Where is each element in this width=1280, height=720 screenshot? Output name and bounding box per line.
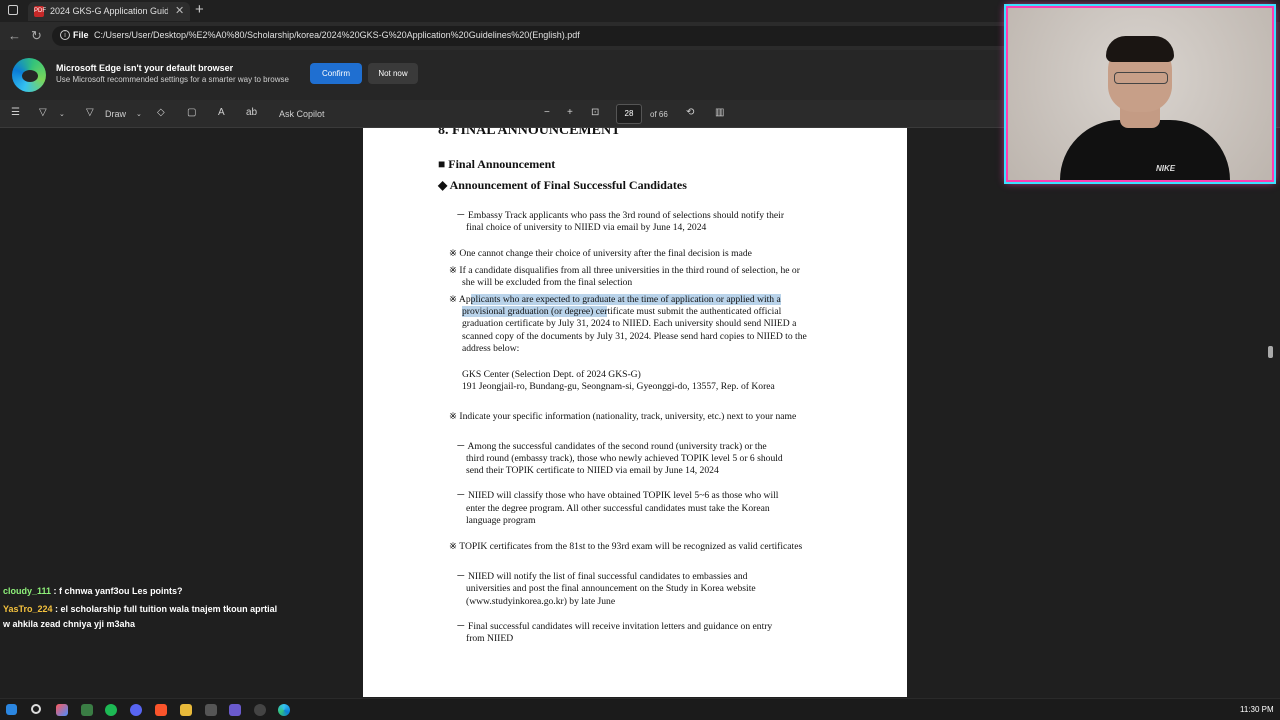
paragraph-line: send their TOPIK certificate to NIIED vi…: [466, 465, 719, 476]
draw-icon[interactable]: ▽: [86, 107, 94, 118]
translate-icon[interactable]: ab: [246, 107, 257, 118]
address-line: 191 Jeongjail-ro, Bundang-gu, Seongnam-s…: [462, 381, 775, 392]
rotate-icon[interactable]: ⟲: [686, 107, 694, 118]
chat-text: : el scholarship full tuition wala tnaje…: [52, 604, 278, 614]
note-prefix: ※ Ap: [449, 294, 471, 305]
close-icon[interactable]: ✕: [175, 4, 184, 17]
paragraph-line: from NIIED: [466, 633, 514, 644]
paragraph-line: third round (embassy track), those who n…: [466, 453, 783, 464]
selected-text[interactable]: plicants who are expected to graduate at…: [470, 294, 781, 305]
address-line: GKS Center (Selection Dept. of 2024 GKS-…: [462, 369, 641, 380]
banner-subtext: Use Microsoft recommended settings for a…: [56, 75, 289, 84]
heading-final-announcement: ■ Final Announcement: [438, 157, 556, 171]
chevron-down-icon[interactable]: ⌄: [59, 110, 65, 118]
pdf-page: 8. FINAL ANNOUNCEMENT ■ Final Announceme…: [363, 128, 907, 697]
clock: 11:30 PM: [1240, 705, 1274, 714]
paragraph-line: (www.studyinkorea.go.kr) by late June: [466, 596, 616, 607]
person-glasses: [1114, 72, 1168, 84]
confirm-button[interactable]: Confirm: [310, 63, 362, 84]
fit-page-icon[interactable]: ⊡: [591, 107, 599, 118]
windows-start-icon[interactable]: [6, 704, 17, 715]
stream-chat: cloudy_111 : f chnwa yanf3ou Les points?…: [3, 584, 303, 632]
note-line: graduation certificate by July 31, 2024 …: [462, 318, 797, 329]
contents-icon[interactable]: ☰: [11, 107, 20, 118]
note-line: scanned copy of the documents by July 31…: [462, 331, 807, 342]
note-line: ※ TOPIK certificates from the 81st to th…: [449, 541, 803, 552]
person-shirt: [1060, 120, 1230, 180]
file-explorer-icon[interactable]: [180, 704, 192, 716]
paragraph-line: － Final successful candidates will recei…: [456, 621, 773, 632]
eraser-icon[interactable]: ◇: [157, 107, 165, 118]
page-view-icon[interactable]: ▥: [715, 107, 724, 118]
note-line: ※ One cannot change their choice of univ…: [449, 248, 752, 259]
note-line: she will be excluded from the final sele…: [462, 277, 633, 288]
text-box-icon[interactable]: ▢: [187, 107, 196, 118]
edge-icon[interactable]: [278, 704, 290, 716]
person-hair: [1106, 36, 1174, 62]
brave-icon[interactable]: [155, 704, 167, 716]
note-text: tificate must submit the authenticated o…: [607, 306, 782, 317]
highlight-icon[interactable]: ▽: [39, 107, 47, 118]
read-aloud-icon[interactable]: A: [218, 107, 225, 118]
edge-logo-icon: [12, 58, 46, 92]
paragraph-line: enter the degree program. All other succ…: [466, 503, 770, 514]
note-line: ※ Indicate your specific information (na…: [449, 411, 797, 422]
chat-message: YasTro_224 : el scholarship full tuition…: [3, 602, 303, 617]
taskbar: 11:30 PM: [0, 698, 1280, 720]
heading-successful-candidates: ◆ Announcement of Final Successful Candi…: [438, 178, 687, 192]
note-line: address below:: [462, 343, 520, 354]
address-bar[interactable]: i File C:/Users/User/Desktop/%E2%A0%80/S…: [52, 26, 1012, 46]
zoom-in-icon[interactable]: +: [567, 107, 573, 118]
draw-label[interactable]: Draw: [105, 109, 126, 119]
note-line: provisional graduation (or degree) certi…: [462, 306, 781, 318]
ask-copilot-button[interactable]: Ask Copilot: [279, 109, 325, 119]
app-icon[interactable]: [205, 704, 217, 716]
obs-icon[interactable]: [254, 704, 266, 716]
paragraph-line: final choice of university to NIIED via …: [466, 222, 707, 233]
chat-message: cloudy_111 : f chnwa yanf3ou Les points?: [3, 584, 303, 599]
search-icon[interactable]: [31, 704, 41, 714]
banner-heading: Microsoft Edge isn't your default browse…: [56, 63, 234, 73]
store-icon[interactable]: [81, 704, 93, 716]
paragraph-line: － NIIED will classify those who have obt…: [456, 490, 779, 501]
chat-username: cloudy_111: [3, 586, 52, 596]
scrollbar-thumb[interactable]: [1268, 346, 1273, 358]
app-icon[interactable]: [229, 704, 241, 716]
chat-username: YasTro_224: [3, 604, 53, 614]
chat-text: : f chnwa yanf3ou Les points?: [51, 586, 183, 596]
tab-title: 2024 GKS-G Application Guidelines: [50, 6, 168, 16]
discord-icon[interactable]: [130, 704, 142, 716]
spotify-icon[interactable]: [105, 704, 117, 716]
section-title: 8. FINAL ANNOUNCEMENT: [438, 128, 621, 138]
pdf-icon: PDF: [34, 6, 46, 17]
chat-text: w ahkila zead chniya yji m3aha: [3, 619, 136, 629]
back-icon[interactable]: ←: [8, 28, 21, 43]
page-count: of 66: [650, 110, 668, 119]
paragraph-line: － Among the successful candidates of the…: [456, 441, 767, 452]
file-label: File: [73, 30, 89, 40]
refresh-icon[interactable]: ↻: [31, 28, 42, 44]
paragraph-line: universities and post the final announce…: [466, 583, 756, 594]
not-now-button[interactable]: Not now: [368, 63, 418, 84]
chevron-down-icon[interactable]: ⌄: [136, 110, 142, 118]
note-line: ※ Applicants who are expected to graduat…: [449, 294, 781, 306]
new-tab-icon[interactable]: +: [195, 1, 204, 18]
url-text[interactable]: C:/Users/User/Desktop/%E2%A0%80/Scholars…: [94, 30, 580, 40]
shirt-logo: NIKE: [1156, 164, 1176, 173]
window-menu-icon[interactable]: [8, 5, 18, 15]
paragraph-line: language program: [466, 515, 536, 526]
info-icon[interactable]: i: [60, 30, 70, 40]
tab-pdf[interactable]: PDF 2024 GKS-G Application Guidelines ✕: [28, 2, 190, 21]
paragraph-line: － NIIED will notify the list of final su…: [456, 571, 748, 582]
page-number-input[interactable]: 28: [616, 104, 642, 124]
webcam-overlay: NIKE: [1006, 6, 1274, 182]
selected-text[interactable]: provisional graduation (or degree) cer: [462, 306, 608, 317]
copilot-icon[interactable]: [56, 704, 68, 716]
note-line: ※ If a candidate disqualifies from all t…: [449, 265, 800, 276]
zoom-out-icon[interactable]: −: [544, 107, 550, 118]
paragraph-line: － Embassy Track applicants who pass the …: [456, 210, 785, 221]
